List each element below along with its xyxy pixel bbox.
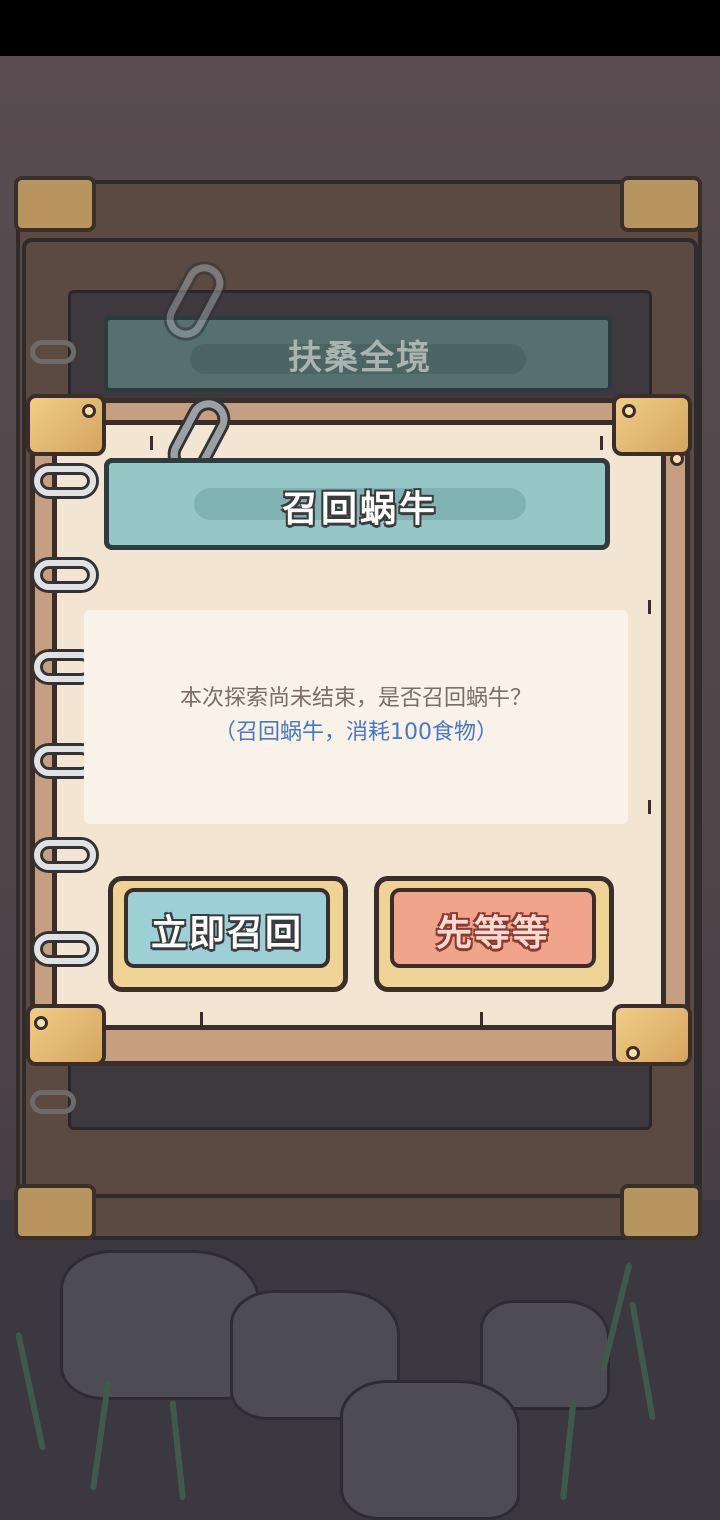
dialog-message: 本次探索尚未结束，是否召回蜗牛？ (179, 686, 532, 711)
back-corner (620, 176, 702, 232)
gold-corner-bottom-right (612, 1004, 692, 1066)
gold-corner-bottom-left (26, 1004, 106, 1066)
cost-note: （召回蜗牛，消耗100食物） (214, 720, 498, 745)
back-corner (620, 1184, 702, 1240)
stitch (600, 436, 603, 450)
back-location-title: 扶桑全境 (288, 338, 432, 378)
recall-now-button[interactable] (108, 876, 348, 992)
binder-ring (34, 840, 96, 870)
screw (626, 1046, 640, 1060)
back-corner (14, 176, 96, 232)
stitch (200, 1012, 203, 1026)
wait-button[interactable] (374, 876, 614, 992)
binder-ring (34, 560, 96, 590)
dialog-title: 召回蜗牛 (281, 489, 438, 530)
stitch (150, 436, 153, 450)
binder-ring (34, 934, 96, 964)
back-corner (14, 1184, 96, 1240)
stitch (480, 1012, 483, 1026)
screw (34, 1016, 48, 1030)
status-bar (0, 0, 720, 56)
rock (340, 1380, 520, 1520)
screw (622, 404, 636, 418)
gold-corner-top-left (26, 394, 106, 456)
gold-corner-top-right (612, 394, 692, 456)
back-binder-ring (30, 340, 76, 364)
screw (670, 452, 684, 466)
screw (82, 404, 96, 418)
back-binder-ring (30, 1090, 76, 1114)
stitch (648, 800, 651, 814)
stitch (648, 600, 651, 614)
